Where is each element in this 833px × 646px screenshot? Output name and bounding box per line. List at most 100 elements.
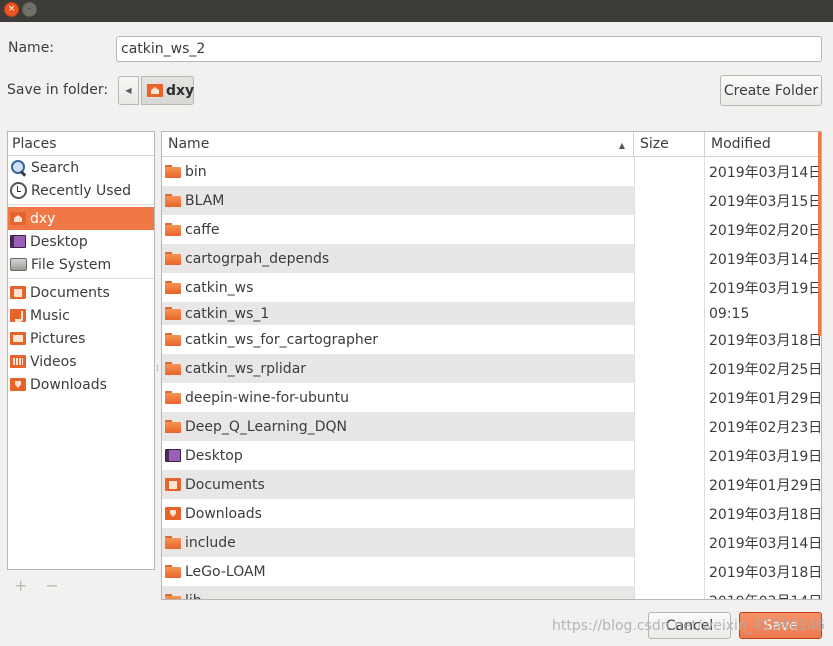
file-name: catkin_ws: [185, 279, 254, 296]
file-name: caffe: [185, 221, 220, 238]
file-name: include: [185, 534, 236, 551]
sidebar-item-search[interactable]: Search: [8, 156, 154, 179]
drive-icon: [10, 258, 27, 271]
file-name: LeGo-LOAM: [185, 563, 266, 580]
documents-icon: [10, 286, 26, 299]
column-header-name[interactable]: Name ▲: [162, 132, 634, 157]
column-header-size[interactable]: Size: [634, 132, 705, 157]
chevron-left-icon: ◀: [125, 86, 132, 95]
file-size-cell: [634, 383, 705, 412]
path-crumb-dxy[interactable]: dxy: [141, 76, 194, 105]
folder-icon: [165, 420, 181, 433]
title-bar: × –: [0, 0, 833, 22]
table-row[interactable]: Desktop 2019年03月19日: [162, 441, 821, 470]
folder-icon: [165, 333, 181, 346]
table-row[interactable]: catkin_ws_1 09:15: [162, 302, 821, 325]
table-row[interactable]: include 2019年03月14日: [162, 528, 821, 557]
table-row[interactable]: Deep_Q_Learning_DQN 2019年02月23日: [162, 412, 821, 441]
sidebar-item-label: Downloads: [30, 376, 107, 393]
table-row[interactable]: deepin-wine-for-ubuntu 2019年01月29日: [162, 383, 821, 412]
file-size-cell: [634, 244, 705, 273]
folder-icon: [165, 194, 181, 207]
path-back-button[interactable]: ◀: [118, 76, 139, 105]
sidebar-item-label: Documents: [30, 284, 110, 301]
cancel-button[interactable]: Cancel: [648, 612, 731, 639]
sidebar-item-dxy[interactable]: dxy: [8, 207, 154, 230]
file-modified-cell: 2019年03月19日: [705, 273, 821, 302]
sidebar-item-label: Recently Used: [31, 182, 132, 199]
sidebar-item-music[interactable]: Music: [8, 304, 154, 327]
file-name-cell: cartogrpah_depends: [162, 244, 634, 273]
scroll-indicator[interactable]: [818, 132, 821, 336]
name-input[interactable]: [116, 36, 822, 62]
file-name-cell: caffe: [162, 215, 634, 244]
home-folder-icon: [147, 84, 163, 97]
save-in-folder-label: Save in folder:: [7, 82, 109, 98]
file-name-cell: bin: [162, 157, 634, 186]
table-row[interactable]: catkin_ws_rplidar 2019年02月25日: [162, 354, 821, 383]
table-row[interactable]: Documents 2019年01月29日: [162, 470, 821, 499]
file-name: cartogrpah_depends: [185, 250, 330, 267]
file-size-cell: [634, 354, 705, 383]
file-name-cell: catkin_ws_for_cartographer: [162, 325, 634, 354]
file-size-cell: [634, 157, 705, 186]
sidebar-item-recently-used[interactable]: Recently Used: [8, 179, 154, 202]
create-folder-button[interactable]: Create Folder: [720, 75, 822, 106]
add-bookmark-button[interactable]: +: [14, 576, 27, 595]
folder-icon: [165, 362, 181, 375]
file-size-cell: [634, 528, 705, 557]
file-modified-cell: 2019年01月29日: [705, 383, 821, 412]
file-size-cell: [634, 215, 705, 244]
path-crumb-label: dxy: [166, 82, 195, 99]
folder-icon: [165, 223, 181, 236]
remove-bookmark-button[interactable]: −: [45, 576, 58, 595]
file-modified-cell: 2019年02月23日: [705, 412, 821, 441]
sidebar-item-label: Pictures: [30, 330, 86, 347]
sidebar-item-label: Desktop: [30, 233, 88, 250]
table-row[interactable]: catkin_ws 2019年03月19日: [162, 273, 821, 302]
table-row[interactable]: lib 2019年03月14日: [162, 586, 821, 600]
file-list-header: Name ▲ Size Modified: [162, 132, 821, 157]
file-name: deepin-wine-for-ubuntu: [185, 389, 349, 406]
sidebar-item-desktop[interactable]: Desktop: [8, 230, 154, 253]
table-row[interactable]: Downloads 2019年03月18日: [162, 499, 821, 528]
file-list: Name ▲ Size Modified bin 2019年03月14日 BLAM 2…: [161, 131, 822, 600]
table-row[interactable]: caffe 2019年02月20日: [162, 215, 821, 244]
table-row[interactable]: LeGo-LOAM 2019年03月18日: [162, 557, 821, 586]
sidebar-item-file-system[interactable]: File System: [8, 253, 154, 276]
folder-icon: [165, 165, 181, 178]
table-row[interactable]: catkin_ws_for_cartographer 2019年03月18日: [162, 325, 821, 354]
folder-icon: [165, 391, 181, 404]
file-name-cell: lib: [162, 586, 634, 600]
file-modified-cell: 2019年03月14日: [705, 586, 821, 599]
music-icon: [10, 309, 26, 322]
file-name-cell: catkin_ws: [162, 273, 634, 302]
sidebar-item-downloads[interactable]: Downloads: [8, 373, 154, 396]
column-header-modified[interactable]: Modified: [705, 132, 821, 157]
sidebar-item-pictures[interactable]: Pictures: [8, 327, 154, 350]
sidebar-item-documents[interactable]: Documents: [8, 281, 154, 304]
search-icon: [10, 159, 27, 176]
sidebar-item-videos[interactable]: Videos: [8, 350, 154, 373]
table-row[interactable]: BLAM 2019年03月15日: [162, 186, 821, 215]
file-name: lib: [185, 593, 202, 600]
file-modified-cell: 2019年03月15日: [705, 186, 821, 215]
file-size-cell: [634, 412, 705, 441]
file-name-cell: catkin_ws_1: [162, 302, 634, 325]
file-size-cell: [634, 302, 705, 325]
minimize-window-button[interactable]: –: [22, 2, 37, 17]
close-window-button[interactable]: ×: [4, 2, 19, 17]
home-folder-icon: [10, 212, 26, 225]
table-row[interactable]: bin 2019年03月14日: [162, 157, 821, 186]
places-sidebar: Places Search Recently Used dxy Desktop …: [7, 131, 155, 570]
save-button[interactable]: Save: [739, 612, 822, 639]
file-modified-cell: 2019年03月14日: [705, 244, 821, 273]
file-name-cell: deepin-wine-for-ubuntu: [162, 383, 634, 412]
file-modified-cell: 2019年01月29日: [705, 470, 821, 499]
places-footer: + −: [14, 576, 59, 595]
pane-splitter[interactable]: ⁞: [156, 364, 160, 374]
folder-icon: [165, 536, 181, 549]
desktop-icon: [165, 449, 181, 462]
table-row[interactable]: cartogrpah_depends 2019年03月14日: [162, 244, 821, 273]
desktop-icon: [10, 235, 26, 248]
